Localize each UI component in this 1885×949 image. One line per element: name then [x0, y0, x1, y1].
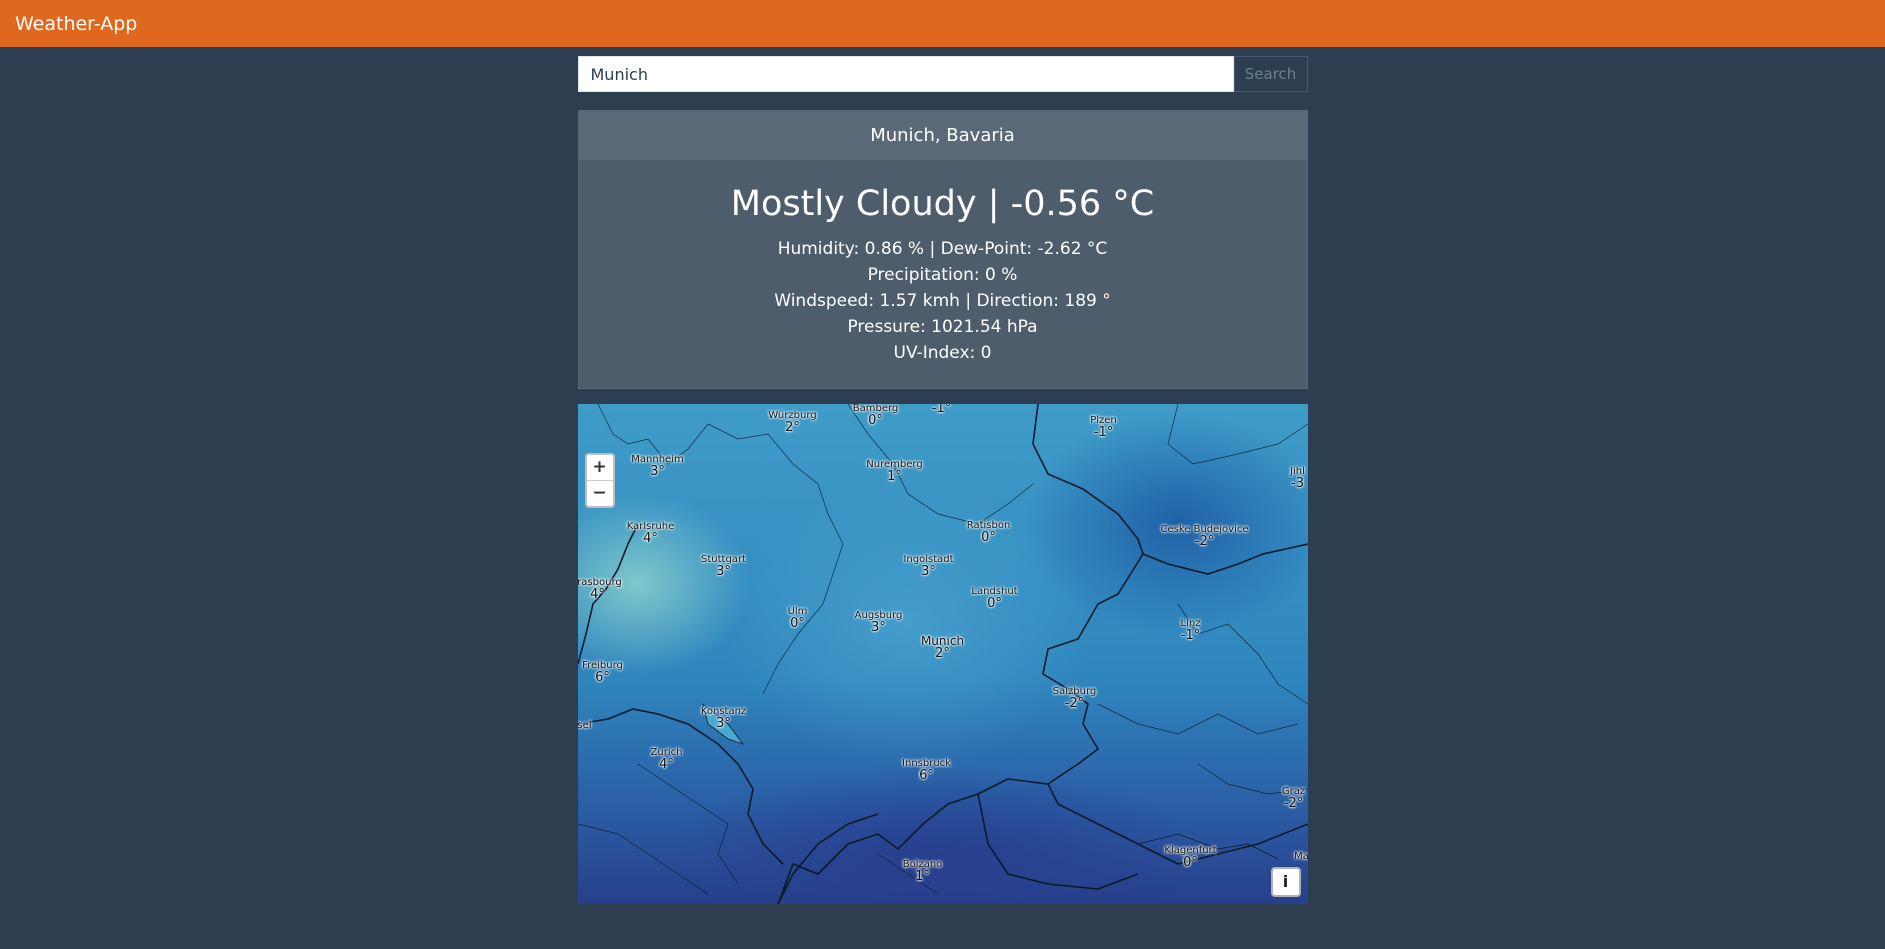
zoom-in-button[interactable]: +	[587, 455, 613, 480]
weather-map[interactable]: Würzburg 2° Bamberg 0° -1° Plzen -1° Jihl -3…	[577, 404, 1308, 904]
map-city-label: Zurich 4°	[650, 747, 683, 772]
map-city-label-munich: Munich 2°	[920, 634, 965, 661]
map-info-button[interactable]: i	[1270, 867, 1301, 897]
map-city-label: Würzburg 2°	[768, 410, 817, 435]
map-city-label: Ingolstadt 3°	[903, 554, 954, 579]
map-city-label: Ma	[1294, 851, 1308, 862]
location-header: Munich, Bavaria	[578, 111, 1307, 160]
map-zoom-control: + −	[584, 453, 615, 508]
map-city-label: Innsbruck 6°	[902, 758, 951, 783]
search-input[interactable]	[577, 56, 1234, 92]
map-city-label: Klagenfurt 0°	[1164, 845, 1217, 870]
precipitation: Precipitation: 0 %	[867, 265, 1018, 285]
map-city-label: Augsburg 3°	[854, 610, 903, 635]
map-city-label: Ceske Budejovice -2°	[1160, 524, 1249, 549]
humidity-dewpoint: Humidity: 0.86 % | Dew-Point: -2.62 °C	[777, 239, 1108, 259]
map-city-label: -1°	[931, 404, 952, 416]
pressure: Pressure: 1021.54 hPa	[847, 317, 1038, 337]
map-city-label: Ratisbon 0°	[966, 520, 1011, 545]
map-city-label: Freiburg 6°	[582, 660, 623, 685]
map-city-label: Bolzano 1°	[902, 859, 943, 884]
map-city-label: sel	[577, 720, 592, 731]
map-city-label: Bamberg 0°	[852, 404, 899, 428]
map-city-label: Mannheim 3°	[631, 454, 684, 479]
weather-summary: Mostly Cloudy | -0.56 °C	[730, 184, 1155, 224]
map-city-label: Ulm 0°	[787, 606, 808, 631]
map-city-label: Jihl -3	[1290, 466, 1305, 491]
app-brand[interactable]: Weather-App	[15, 13, 137, 35]
search-bar: Search	[577, 56, 1308, 92]
map-city-label: Stuttgart 3°	[701, 554, 746, 579]
zoom-out-button[interactable]: −	[586, 480, 613, 506]
map-city-label: Karlsruhe 4°	[626, 521, 675, 546]
uv-index: UV-Index: 0	[893, 343, 992, 363]
map-city-label: Salzburg -2°	[1052, 686, 1097, 711]
search-button[interactable]: Search	[1233, 56, 1308, 92]
top-navbar: Weather-App	[0, 0, 1885, 47]
map-city-label: Konstanz 3°	[700, 706, 747, 731]
weather-details: Mostly Cloudy | -0.56 °C Humidity: 0.86 …	[579, 160, 1307, 388]
map-city-label: Landshut 0°	[971, 586, 1018, 611]
map-city-label: Nuremberg 1°	[866, 459, 923, 484]
map-city-label: Plzen -1°	[1090, 415, 1117, 440]
map-city-label: trasbourg 4°	[577, 577, 622, 602]
weather-card: Munich, Bavaria Mostly Cloudy | -0.56 °C…	[577, 110, 1308, 389]
main-container: Search Munich, Bavaria Mostly Cloudy | -…	[577, 56, 1308, 904]
map-city-label: Graz -2°	[1281, 786, 1306, 811]
map-city-label: Linz -1°	[1180, 618, 1201, 643]
wind: Windspeed: 1.57 kmh | Direction: 189 °	[774, 291, 1111, 311]
